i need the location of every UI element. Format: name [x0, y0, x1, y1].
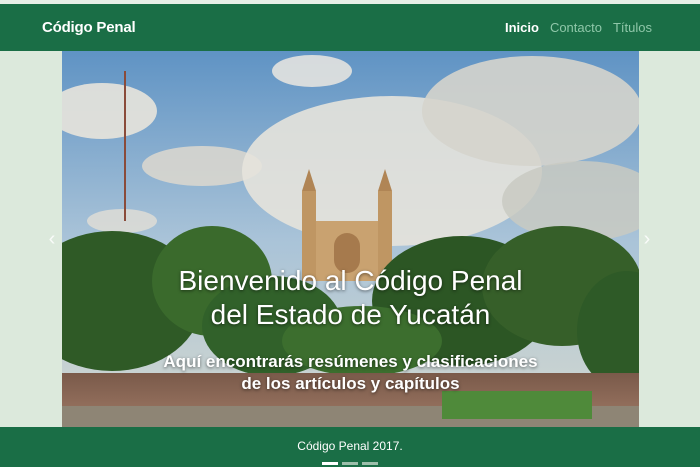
hero-carousel[interactable]: Bienvenido al Código Penal del Estado de… [62, 51, 639, 427]
footer: Código Penal 2017. [0, 427, 700, 467]
brand-link[interactable]: Código Penal [42, 4, 136, 51]
hero-subtitle-line-2: de los artículos y capítulos [241, 374, 460, 393]
hero-title-line-2: del Estado de Yucatán [210, 299, 491, 330]
footer-text: Código Penal 2017. [297, 439, 403, 453]
carousel-indicator[interactable] [322, 462, 338, 465]
nav-links: Inicio Contacto Títulos [505, 4, 652, 51]
hero-subtitle: Aquí encontrarás resúmenes y clasificaci… [62, 351, 639, 395]
nav-link-contacto[interactable]: Contacto [550, 20, 602, 35]
carousel-prev-button[interactable]: ‹ [32, 51, 72, 427]
carousel-next-button[interactable]: › [627, 51, 667, 427]
nav-link-titulos[interactable]: Títulos [613, 20, 652, 35]
chevron-right-icon: › [643, 227, 651, 250]
navbar: Código Penal Inicio Contacto Títulos [0, 4, 700, 51]
nav-link-inicio[interactable]: Inicio [505, 20, 539, 35]
carousel-indicator[interactable] [342, 462, 358, 465]
carousel-indicator[interactable] [362, 462, 378, 465]
hero-subtitle-line-1: Aquí encontrarás resúmenes y clasificaci… [163, 352, 538, 371]
hero-title-line-1: Bienvenido al Código Penal [178, 265, 523, 296]
hero-title: Bienvenido al Código Penal del Estado de… [62, 264, 639, 332]
carousel-indicators [0, 462, 700, 465]
chevron-left-icon: ‹ [48, 227, 56, 250]
main-content: Bienvenido al Código Penal del Estado de… [0, 51, 700, 427]
